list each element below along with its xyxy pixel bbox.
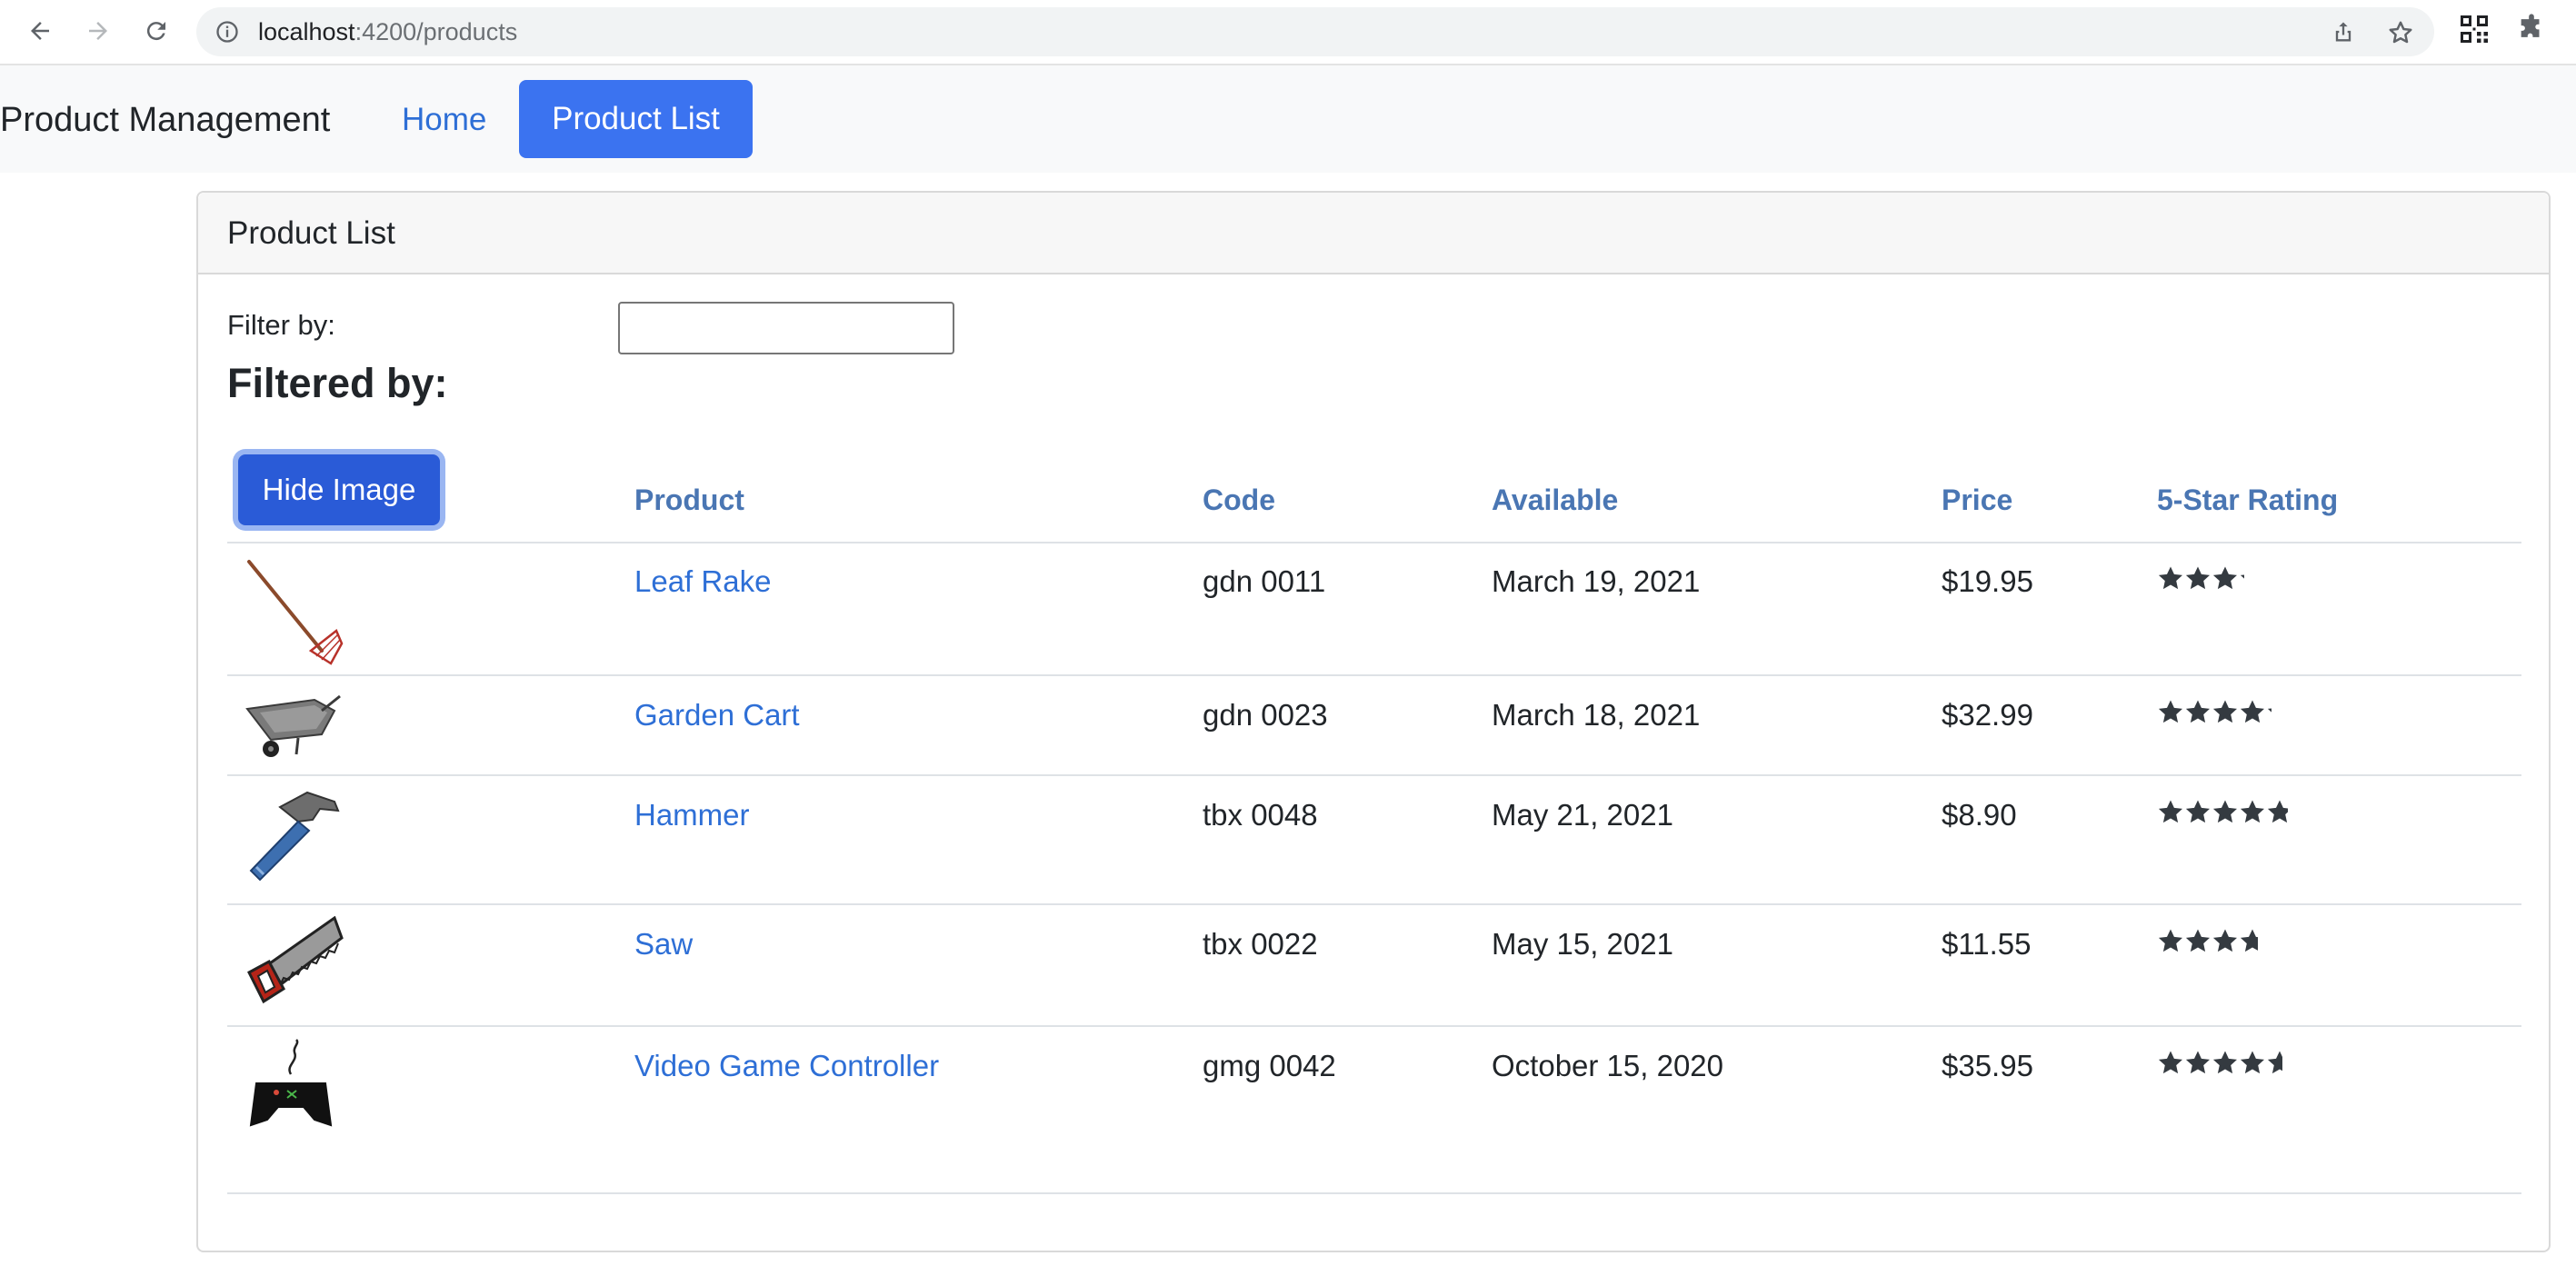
game-controller-icon [244, 1038, 344, 1138]
filtered-by-heading: Filtered by: [227, 360, 448, 406]
product-code: gmg 0042 [1203, 1049, 1336, 1082]
brand-title[interactable]: Product Management [0, 100, 330, 140]
address-bar[interactable]: localhost:4200/products [196, 7, 2434, 56]
product-available: May 15, 2021 [1492, 927, 1673, 961]
star-icon [2184, 928, 2212, 955]
product-code: gdn 0023 [1203, 698, 1328, 732]
product-available: October 15, 2020 [1492, 1049, 1724, 1082]
star-rating [2157, 1050, 2282, 1077]
star-icon [2184, 1050, 2212, 1077]
star-icon [2212, 799, 2239, 826]
star-icon [2157, 699, 2184, 726]
product-price: $32.99 [1942, 698, 2033, 732]
card-header: Product List [198, 193, 2549, 274]
product-code: tbx 0048 [1203, 798, 1318, 832]
product-price: $35.95 [1942, 1049, 2033, 1082]
column-header-product[interactable]: Product [634, 482, 744, 518]
forward-icon[interactable] [78, 11, 118, 51]
star-icon [2266, 1050, 2282, 1077]
filter-input[interactable] [618, 302, 954, 354]
product-price: $19.95 [1942, 564, 2033, 598]
row-divider [227, 1025, 2521, 1027]
product-name-link[interactable]: Garden Cart [634, 697, 800, 733]
star-rating [2157, 928, 2258, 955]
star-icon [2266, 799, 2288, 826]
reload-icon[interactable] [136, 11, 176, 51]
table-bottom-divider [227, 1192, 2521, 1194]
url-host: localhost [258, 18, 355, 45]
star-icon [2184, 565, 2212, 593]
star-icon [2157, 928, 2184, 955]
star-icon [2239, 1050, 2266, 1077]
nav-product-list-link[interactable]: Product List [519, 80, 753, 158]
star-icon [2212, 699, 2239, 726]
star-icon [2239, 699, 2266, 726]
browser-toolbar: localhost:4200/products [0, 0, 2576, 65]
star-icon [2239, 565, 2244, 593]
bookmark-star-icon[interactable] [2387, 19, 2414, 51]
product-code: gdn 0011 [1203, 564, 1326, 598]
back-icon[interactable] [20, 11, 60, 51]
product-code: tbx 0022 [1203, 927, 1318, 961]
hide-image-button[interactable]: Hide Image [238, 454, 440, 525]
saw-icon [244, 915, 344, 1016]
product-name-link[interactable]: Hammer [634, 797, 750, 833]
star-rating [2157, 565, 2244, 593]
star-rating [2157, 799, 2288, 826]
star-icon [2184, 699, 2212, 726]
app-navbar: Product Management Home Product List [0, 65, 2576, 173]
site-info-icon[interactable] [215, 19, 240, 49]
product-available: March 19, 2021 [1492, 564, 1701, 598]
star-icon [2184, 799, 2212, 826]
product-name-link[interactable]: Leaf Rake [634, 563, 771, 600]
garden-cart-icon [244, 683, 344, 783]
column-header-code[interactable]: Code [1203, 482, 1275, 518]
star-icon [2212, 1050, 2239, 1077]
star-icon [2266, 699, 2271, 726]
star-icon [2239, 928, 2258, 955]
extensions-puzzle-icon[interactable] [2516, 13, 2547, 48]
star-icon [2239, 799, 2266, 826]
table-header-divider [227, 542, 2521, 543]
product-available: May 21, 2021 [1492, 798, 1673, 832]
card-title: Product List [227, 215, 395, 251]
row-divider [227, 903, 2521, 905]
product-price: $8.90 [1942, 798, 2017, 832]
star-icon [2157, 799, 2184, 826]
star-icon [2157, 1050, 2184, 1077]
url-path: :4200/products [354, 18, 518, 45]
product-name-link[interactable]: Saw [634, 926, 693, 962]
row-divider [227, 674, 2521, 676]
product-price: $11.55 [1942, 927, 2032, 961]
qr-code-icon[interactable] [2458, 13, 2491, 50]
star-rating [2157, 699, 2271, 726]
column-header-rating[interactable]: 5-Star Rating [2157, 482, 2338, 518]
product-list-card: Product List Filter by: Filtered by: Hid… [196, 191, 2551, 1252]
star-icon [2157, 565, 2184, 593]
column-header-available[interactable]: Available [1492, 482, 1618, 518]
product-available: March 18, 2021 [1492, 698, 1701, 732]
star-icon [2212, 565, 2239, 593]
row-divider [227, 774, 2521, 776]
url-text: localhost:4200/products [258, 19, 517, 45]
column-header-price[interactable]: Price [1942, 482, 2012, 518]
rake-icon [244, 556, 344, 665]
product-name-link[interactable]: Video Game Controller [634, 1048, 939, 1084]
nav-home-link[interactable]: Home [402, 100, 486, 140]
star-icon [2212, 928, 2239, 955]
hammer-icon [244, 789, 344, 889]
share-icon[interactable] [2331, 19, 2356, 49]
filter-label: Filter by: [227, 309, 335, 341]
